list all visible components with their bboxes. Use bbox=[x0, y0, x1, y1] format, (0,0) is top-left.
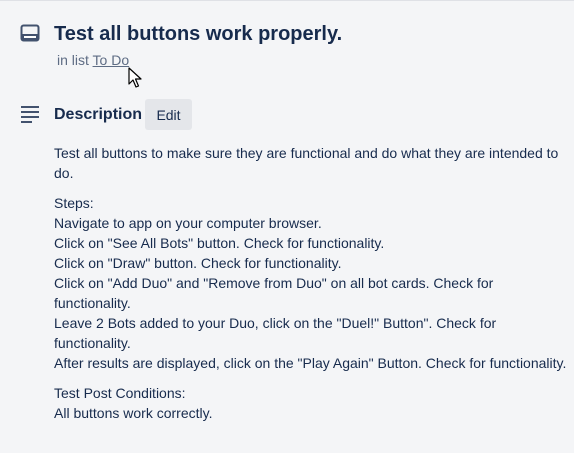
post-conditions-text: All buttons work correctly. bbox=[54, 405, 213, 421]
post-conditions-heading: Test Post Conditions: bbox=[54, 385, 186, 401]
description-body[interactable]: Test all buttons to make sure they are f… bbox=[54, 143, 569, 433]
steps-block: Steps: Navigate to app on your computer … bbox=[54, 193, 569, 373]
description-heading: Description bbox=[54, 106, 143, 123]
top-divider bbox=[0, 0, 574, 1]
edit-description-button[interactable]: Edit bbox=[145, 99, 192, 130]
step-item: Leave 2 Bots added to your Duo, click on… bbox=[54, 315, 497, 351]
step-item: Click on "Add Duo" and "Remove from Duo"… bbox=[54, 275, 494, 311]
steps-heading: Steps: bbox=[54, 195, 94, 211]
card-icon bbox=[20, 24, 40, 42]
step-item: Navigate to app on your computer browser… bbox=[54, 215, 322, 231]
list-link[interactable]: To Do bbox=[93, 52, 130, 68]
post-conditions-block: Test Post Conditions: All buttons work c… bbox=[54, 383, 569, 423]
description-lines-icon bbox=[20, 105, 40, 123]
card-title[interactable]: Test all buttons work properly. bbox=[54, 20, 342, 48]
card-list-info: in list To Do bbox=[57, 52, 129, 68]
step-item: Click on "Draw" button. Check for functi… bbox=[54, 255, 342, 271]
mouse-pointer-icon bbox=[128, 67, 142, 89]
step-item: After results are displayed, click on th… bbox=[54, 355, 567, 371]
step-item: Click on "See All Bots" button. Check fo… bbox=[54, 235, 385, 251]
description-intro: Test all buttons to make sure they are f… bbox=[54, 145, 559, 181]
list-prefix: in list bbox=[57, 52, 89, 68]
